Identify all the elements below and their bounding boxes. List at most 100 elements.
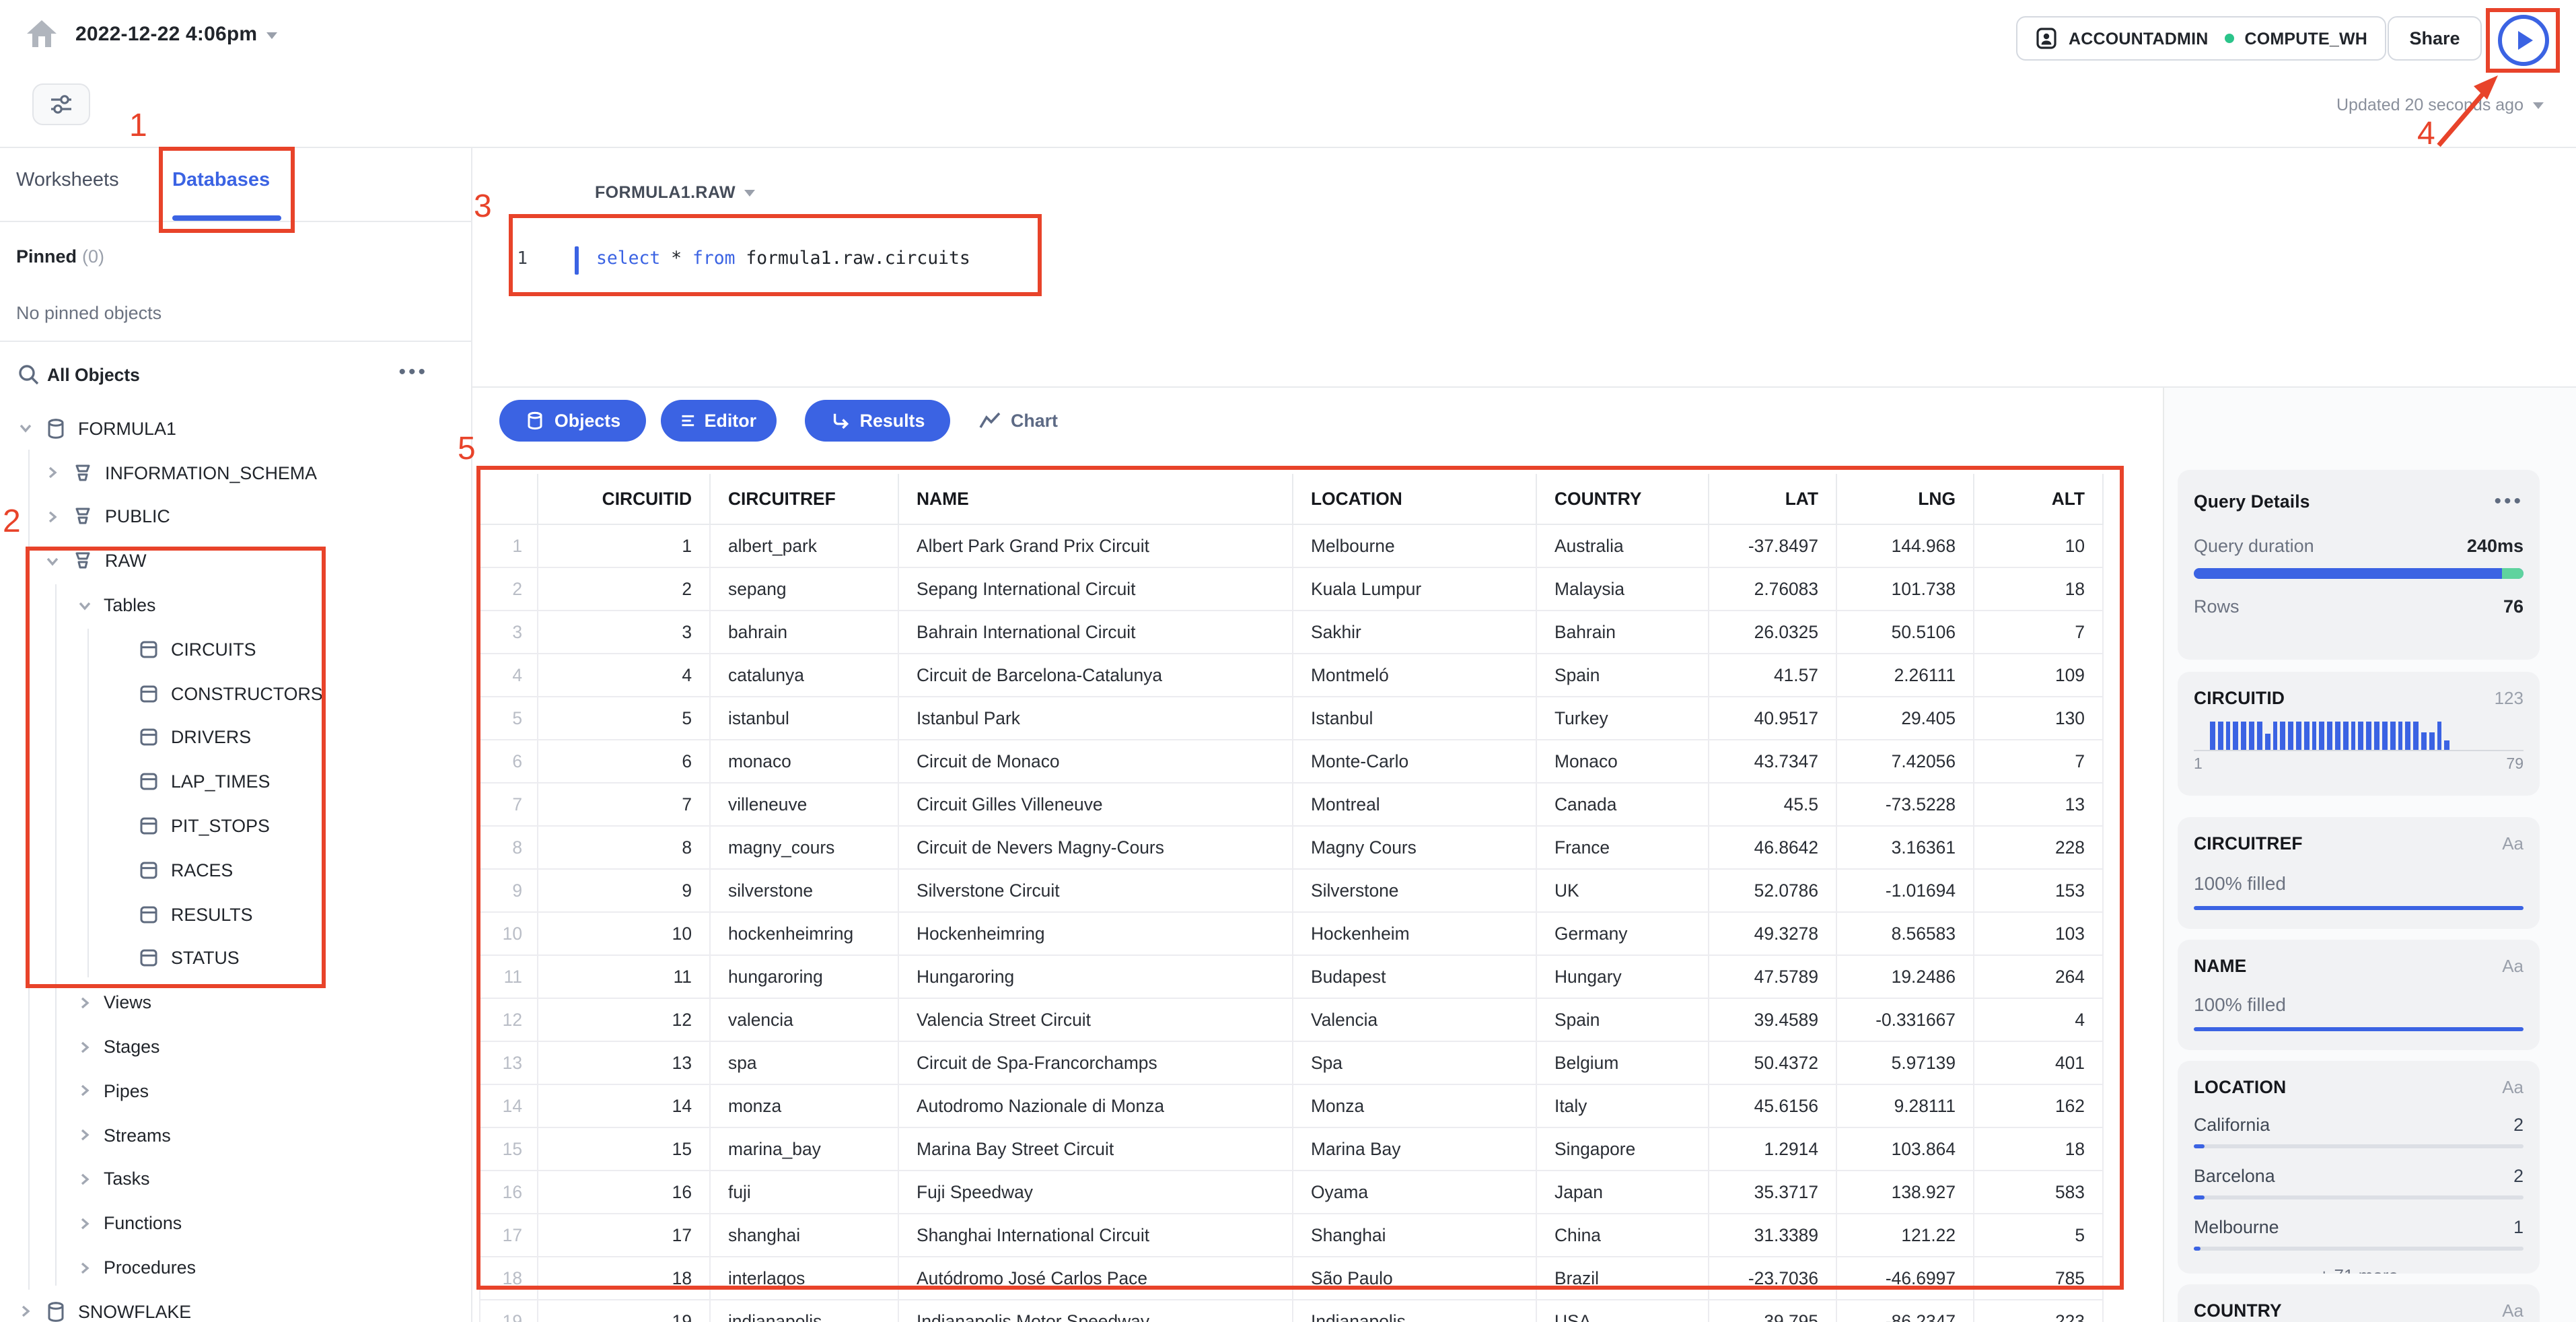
column-header-rownum[interactable] (479, 474, 538, 524)
cell-circuitref: bahrain (709, 609, 899, 654)
location-value-item[interactable]: Barcelona 2 (2194, 1166, 2524, 1199)
tree-item-snowflake[interactable]: SNOWFLAKE (0, 1290, 471, 1322)
run-query-button[interactable] (2497, 15, 2548, 66)
tree-item-information_schema[interactable]: INFORMATION_SCHEMA (0, 451, 471, 495)
results-table[interactable]: CIRCUITID CIRCUITREF NAME LOCATION COUNTRY LA… (479, 474, 2104, 1322)
column-header-circuitref[interactable]: CIRCUITREF (709, 474, 899, 524)
column-header-alt[interactable]: ALT (1973, 474, 2104, 524)
histogram-bar (2413, 722, 2419, 750)
duration-value: 240ms (2466, 536, 2524, 556)
table-row[interactable]: 12 12 valencia Valencia Street Circuit Valen… (479, 997, 2104, 1041)
table-row[interactable]: 7 7 villeneuve Circuit Gilles Villeneuve Mon… (479, 781, 2104, 826)
table-row[interactable]: 18 18 interlagos Autódromo José Carlos Pace… (479, 1255, 2104, 1300)
table-row[interactable]: 6 6 monaco Circuit de Monaco Monte-Carlo Mona… (479, 738, 2104, 783)
tab-chart[interactable]: Chart (978, 400, 1058, 442)
table-row[interactable]: 9 9 silverstone Silverstone Circuit Silverst… (479, 868, 2104, 912)
cell-lat: 2.76083 (1708, 566, 1837, 611)
tab-worksheets[interactable]: Worksheets (16, 170, 119, 191)
object-search[interactable]: All Objects ••• (0, 358, 471, 396)
tab-databases[interactable]: Databases (172, 170, 270, 191)
tree-item-functions[interactable]: Functions (0, 1202, 471, 1246)
more-options-icon[interactable]: ••• (398, 361, 428, 384)
duration-bar-green-segment (2502, 568, 2524, 579)
sql-editor-line[interactable]: 1 select * from formula1.raw.circuits (0, 246, 1050, 276)
table-row[interactable]: 8 8 magny_cours Circuit de Nevers Magny-Cou… (479, 825, 2104, 869)
cell-circuitid: 17 (537, 1212, 711, 1257)
share-button[interactable]: Share (2388, 16, 2482, 61)
cell-lat: 52.0786 (1708, 868, 1837, 912)
table-row[interactable]: 19 19 indianapolis Indianapolis Motor Speed… (479, 1298, 2104, 1322)
tree-item-pipes[interactable]: Pipes (0, 1069, 471, 1113)
home-icon[interactable] (24, 16, 59, 51)
more-options-icon[interactable]: ••• (2494, 490, 2524, 513)
tree-item-streams[interactable]: Streams (0, 1113, 471, 1158)
cell-location: Melbourne (1292, 523, 1537, 567)
chevron-right-icon[interactable] (16, 1302, 35, 1321)
worksheet-title[interactable]: 2022-12-22 4:06pm (75, 23, 278, 46)
chevron-right-icon[interactable] (75, 1170, 94, 1189)
tree-item-public[interactable]: PUBLIC (0, 495, 471, 539)
tree-item-views[interactable]: Views (0, 981, 471, 1025)
chevron-right-icon[interactable] (75, 994, 94, 1012)
tab-objects[interactable]: Objects (499, 400, 646, 442)
column-header-country[interactable]: COUNTRY (1536, 474, 1709, 524)
tree-item-formula1[interactable]: FORMULA1 (0, 407, 471, 451)
tree-item-circuits[interactable]: CIRCUITS (0, 627, 471, 672)
tree-item-status[interactable]: STATUS (0, 936, 471, 981)
chevron-down-icon[interactable] (43, 552, 62, 571)
table-row[interactable]: 14 14 monza Autodromo Nazionale di Monza Mon… (479, 1083, 2104, 1127)
table-row[interactable]: 5 5 istanbul Istanbul Park Istanbul Turkey 40.… (479, 695, 2104, 740)
tree-item-results[interactable]: RESULTS (0, 893, 471, 937)
column-header-circuitid[interactable]: CIRCUITID (537, 474, 711, 524)
tree-item-label: RAW (105, 551, 147, 571)
table-row[interactable]: 3 3 bahrain Bahrain International Circuit Sa… (479, 609, 2104, 654)
table-row[interactable]: 1 1 albert_park Albert Park Grand Prix Circ… (479, 523, 2104, 567)
row-number: 3 (479, 609, 538, 654)
tab-results[interactable]: Results (805, 400, 950, 442)
tree-item-drivers[interactable]: DRIVERS (0, 716, 471, 760)
tree-item-stages[interactable]: Stages (0, 1024, 471, 1069)
chevron-down-icon[interactable] (16, 419, 35, 438)
table-row[interactable]: 10 10 hockenheimring Hockenheimring Hockenhe… (479, 911, 2104, 955)
column-header-location[interactable]: LOCATION (1292, 474, 1537, 524)
tree-item-lap_times[interactable]: LAP_TIMES (0, 760, 471, 804)
tab-editor[interactable]: Editor (661, 400, 777, 442)
tree-item-races[interactable]: RACES (0, 848, 471, 893)
table-row[interactable]: 4 4 catalunya Circuit de Barcelona-Cataluny… (479, 652, 2104, 697)
column-header-lat[interactable]: LAT (1708, 474, 1837, 524)
filters-button[interactable] (32, 83, 90, 125)
chevron-right-icon[interactable] (43, 508, 62, 526)
updated-status[interactable]: Updated 20 seconds ago (2207, 96, 2544, 114)
location-value-item[interactable]: California 2 (2194, 1115, 2524, 1148)
tree-item-label: LAP_TIMES (171, 771, 271, 792)
tree-item-procedures[interactable]: Procedures (0, 1245, 471, 1290)
circuitid-histogram[interactable] (2210, 722, 2450, 750)
chevron-right-icon[interactable] (75, 1037, 94, 1056)
chevron-right-icon[interactable] (75, 1214, 94, 1232)
tree-item-tables[interactable]: Tables (0, 583, 471, 627)
table-row[interactable]: 11 11 hungaroring Hungaroring Budapest Hungar… (479, 954, 2104, 998)
chevron-down-icon[interactable] (75, 596, 94, 615)
cell-alt: 228 (1973, 825, 2104, 869)
table-row[interactable]: 13 13 spa Circuit de Spa-Francorchamps Spa Be… (479, 1040, 2104, 1084)
table-row[interactable]: 15 15 marina_bay Marina Bay Street Circuit M… (479, 1126, 2104, 1171)
chevron-right-icon[interactable] (75, 1082, 94, 1101)
table-row[interactable]: 16 16 fuji Fuji Speedway Oyama Japan 35.3717 13… (479, 1169, 2104, 1214)
chevron-right-icon[interactable] (43, 463, 62, 482)
location-value-item[interactable]: Melbourne 1 (2194, 1217, 2524, 1251)
table-row[interactable]: 2 2 sepang Sepang International Circuit Kual… (479, 566, 2104, 611)
tree-item-raw[interactable]: RAW (0, 539, 471, 584)
table-row[interactable]: 17 17 shanghai Shanghai International Circu… (479, 1212, 2104, 1257)
cell-circuitref: spa (709, 1040, 899, 1084)
column-header-name[interactable]: NAME (898, 474, 1293, 524)
tree-item-pit_stops[interactable]: PIT_STOPS (0, 804, 471, 848)
chevron-right-icon[interactable] (75, 1258, 94, 1277)
tree-item-constructors[interactable]: CONSTRUCTORS (0, 672, 471, 716)
tree-item-tasks[interactable]: Tasks (0, 1157, 471, 1202)
column-header-lng[interactable]: LNG (1836, 474, 1974, 524)
session-context-button[interactable]: ACCOUNTADMIN COMPUTE_WH (2016, 16, 2387, 61)
show-more-values[interactable]: + 71 more (2194, 1265, 2524, 1274)
chevron-right-icon[interactable] (75, 1125, 94, 1144)
editor-context-selector[interactable]: FORMULA1.RAW (595, 183, 756, 202)
schema-icon (75, 553, 90, 569)
